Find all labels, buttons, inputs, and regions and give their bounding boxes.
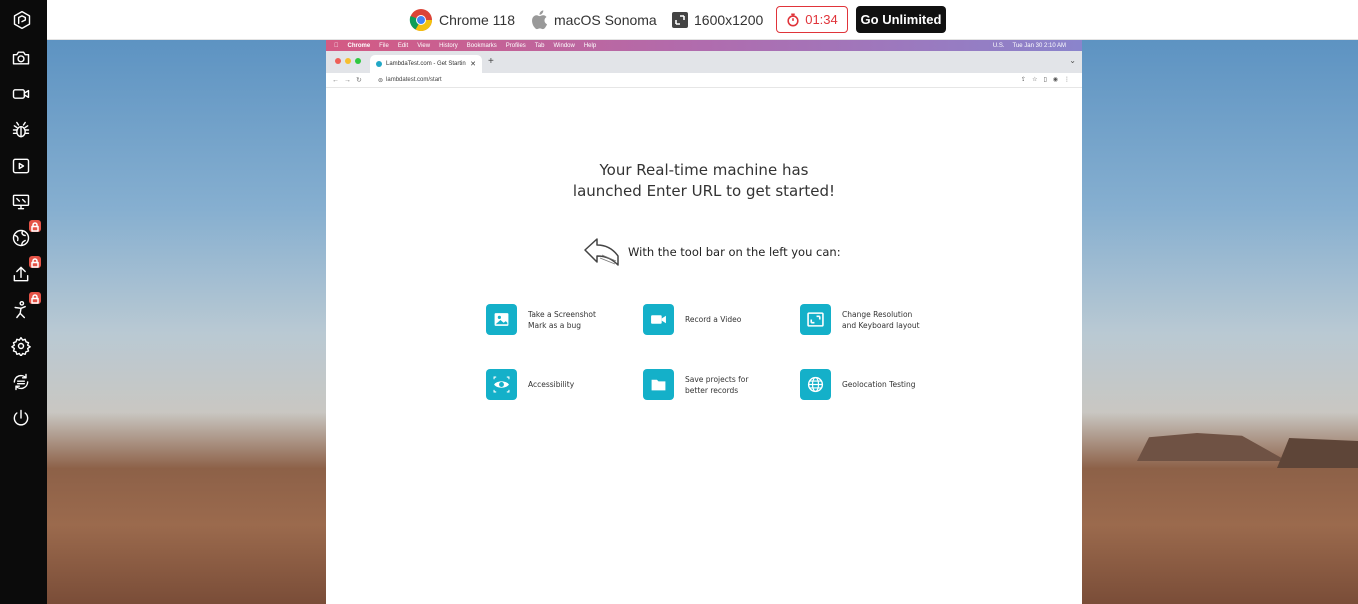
chrome-icon [409,8,433,32]
new-tab-button[interactable]: + [488,56,494,67]
resolution-info: 1600x1200 [672,0,763,40]
session-timer[interactable]: 01:34 [776,6,848,33]
resolution-icon [800,304,831,335]
bug-icon[interactable] [9,118,33,142]
toolbar-hint: With the tool bar on the left you can: [582,236,841,268]
arrow-left-icon [584,238,619,266]
menu-profiles[interactable]: Profiles [506,43,526,49]
site-info-icon[interactable]: ⊜ [378,77,383,84]
feature-label: Record a Video [685,315,742,324]
browser-tab-strip: LambdaTest.com - Get Startin ✕ + ⌄ [326,51,1082,73]
menu-view[interactable]: View [417,43,430,49]
url-text: lambdatest.com/start [386,77,442,83]
input-source[interactable]: U.S. [993,43,1005,49]
browser-info: Chrome 118 [409,0,515,40]
wallpaper-mesa [1137,433,1287,461]
wallpaper-mesa [1277,438,1358,468]
mac-menu-bar:  Chrome File Edit View History Bookmark… [326,40,1082,51]
video-icon[interactable] [9,82,33,106]
menu-help[interactable]: Help [584,43,596,49]
menu-bookmarks[interactable]: Bookmarks [467,43,497,49]
url-field[interactable]: ⊜ lambdatest.com/start [378,75,1028,85]
resolution-box-icon [672,12,688,28]
left-toolbar [0,0,47,604]
upload-icon[interactable] [9,256,41,286]
feature-video: Record a Video [643,304,741,335]
minimize-window-button[interactable] [345,58,351,64]
resolution-icon[interactable] [9,190,33,214]
folder-icon [643,369,674,400]
menu-file[interactable]: File [379,43,389,49]
feature-geolocation: Geolocation Testing [800,369,916,400]
resolution-label: 1600x1200 [694,12,764,28]
close-tab-icon[interactable]: ✕ [470,60,476,68]
maximize-window-button[interactable] [355,58,361,64]
headline-line-1: Your Real-time machine has [599,161,809,179]
globe-icon [800,369,831,400]
screenshot-icon [486,304,517,335]
browser-toolbar-icons[interactable]: ⇪☆▯◉⋮ [1021,76,1076,83]
feature-label: Save projects for better records [685,374,749,395]
menu-window[interactable]: Window [553,43,574,49]
feature-accessibility: Accessibility [486,369,574,400]
favicon-icon [376,61,382,67]
feature-projects: Save projects for better records [643,369,748,400]
lambdatest-logo-icon[interactable] [10,8,34,32]
navigation-buttons[interactable]: ←→↻ [332,76,367,84]
feature-label: Accessibility [528,380,575,389]
settings-icon[interactable] [9,334,33,358]
remote-mac-screen[interactable]:  Chrome File Edit View History Bookmark… [326,40,1082,604]
menu-clock[interactable]: Tue Jan 30 2:10 AM [1013,43,1066,49]
timer-value: 01:34 [805,12,838,27]
browser-tab[interactable]: LambdaTest.com - Get Startin ✕ [370,55,482,73]
start-page: Your Real-time machine has launched Ente… [326,88,1082,604]
lock-icon [29,256,41,268]
feature-label: Geolocation Testing [842,380,916,389]
accessibility-icon[interactable] [9,292,41,322]
welcome-headline: Your Real-time machine has launched Ente… [326,160,1082,202]
session-info-bar: Chrome 118 macOS Sonoma 1600x1200 01:34 … [47,0,1358,40]
geolocation-icon[interactable] [9,220,41,250]
address-bar: ←→↻ ⊜ lambdatest.com/start ⇪☆▯◉⋮ [326,73,1082,88]
lock-icon [29,292,41,304]
tab-title: LambdaTest.com - Get Startin [386,61,466,67]
feature-resolution: Change Resolution and Keyboard layout [800,304,920,335]
switch-icon[interactable] [9,370,33,394]
feature-label: Take a Screenshot Mark as a bug [528,309,596,330]
menu-history[interactable]: History [439,43,458,49]
lock-icon [29,220,41,232]
hint-text: With the tool bar on the left you can: [628,245,841,259]
play-icon[interactable] [9,154,33,178]
apple-menu-icon[interactable]:  [334,43,339,49]
os-info: macOS Sonoma [530,0,657,40]
os-label: macOS Sonoma [554,12,657,28]
power-icon[interactable] [9,406,33,430]
browser-label: Chrome 118 [439,12,516,28]
menu-chrome[interactable]: Chrome [348,43,371,49]
apple-icon [530,9,548,31]
go-unlimited-button[interactable]: Go Unlimited [856,6,946,33]
feature-screenshot: Take a Screenshot Mark as a bug [486,304,596,335]
stopwatch-icon [787,13,799,26]
camera-icon[interactable] [9,46,33,70]
menu-tab[interactable]: Tab [535,43,545,49]
eye-icon [486,369,517,400]
feature-label: Change Resolution and Keyboard layout [842,309,920,330]
tab-search-icon[interactable]: ⌄ [1069,56,1076,65]
menu-edit[interactable]: Edit [398,43,408,49]
close-window-button[interactable] [335,58,341,64]
headline-line-2: launched Enter URL to get started! [572,182,836,200]
video-icon [643,304,674,335]
